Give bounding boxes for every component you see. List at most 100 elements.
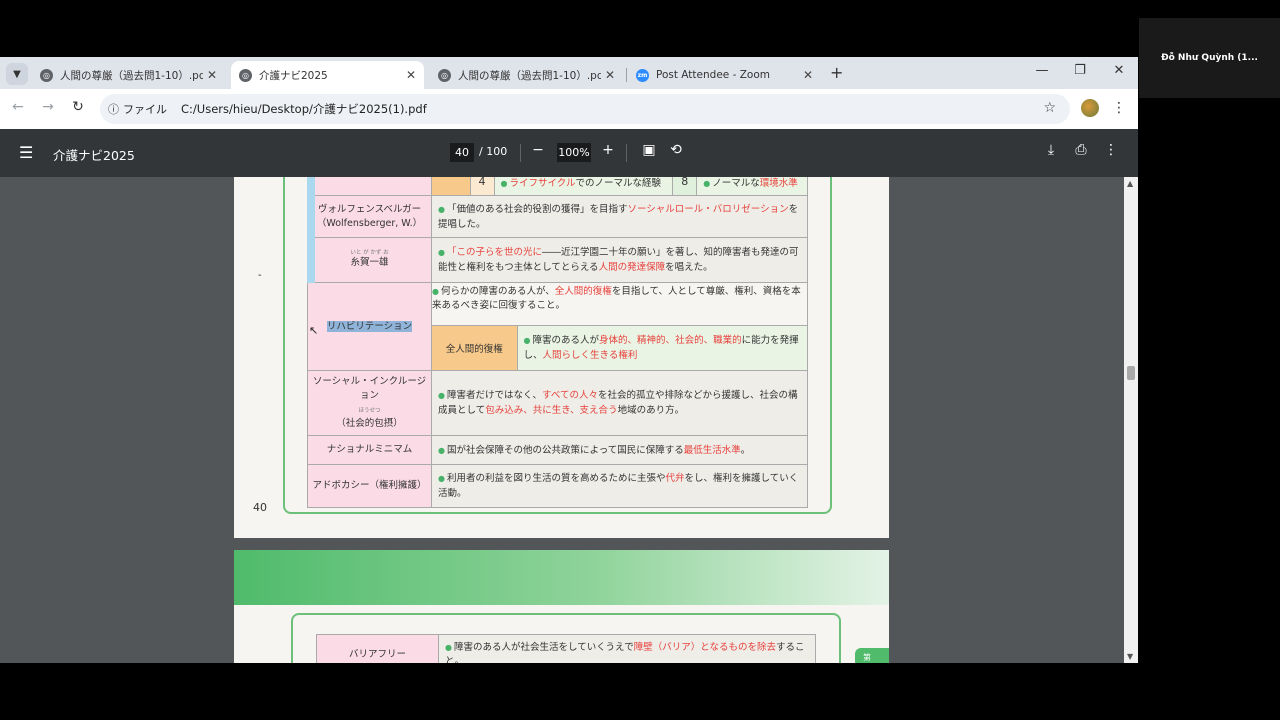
pdf-page-40: - 4 ● ライフサイクルでのノーマルな経験 8 ● ノーマルな環境水準 ヴォル…	[234, 177, 889, 538]
download-icon[interactable]: ⤓	[1041, 142, 1061, 158]
tab-search-button[interactable]: ▼	[6, 63, 28, 85]
print-icon[interactable]: ⎙	[1071, 142, 1091, 158]
tab-pdf-1[interactable]: ◎ 人間の尊厳（過去問1-10）.pdf ✕	[32, 61, 225, 89]
tab-kaigo-navi[interactable]: ◎ 介護ナビ2025 ✕	[231, 61, 424, 89]
bullet-icon: ●	[703, 178, 711, 188]
red-text: 代弁	[665, 473, 685, 484]
zoom-participant-tile[interactable]: Đỗ Như Quỳnh (1...	[1139, 18, 1280, 98]
page-number-input[interactable]: 40	[450, 143, 474, 162]
close-icon[interactable]: ✕	[601, 68, 619, 82]
bullet-icon: ●	[438, 445, 445, 455]
address-bar[interactable]: ⓘ ファイル C:/Users/hieu/Desktop/介護ナビ2025(1)…	[100, 94, 1070, 124]
rotate-icon[interactable]: ⟲	[666, 142, 686, 158]
tab-label: Post Attendee - Zoom	[656, 69, 770, 81]
fit-page-icon[interactable]: ▣	[639, 142, 659, 158]
zoom-in-button[interactable]: +	[598, 142, 618, 158]
selected-term-text[interactable]: リハビリテーション	[326, 320, 413, 332]
close-icon[interactable]: ✕	[799, 68, 817, 82]
term-text: 糸賀一雄	[350, 257, 389, 268]
term-cell: アドボカシー（権利擁護）	[307, 464, 432, 508]
bullet-icon: ●	[500, 178, 508, 188]
forward-button[interactable]: →	[38, 99, 58, 115]
term-cell: バリアフリー	[316, 634, 439, 663]
red-text: 全人間的復権	[554, 286, 612, 297]
cell-text: 。	[740, 444, 751, 456]
hamburger-menu-icon[interactable]: ☰	[19, 143, 33, 162]
browser-menu-icon[interactable]: ⋮	[1112, 100, 1126, 116]
term-cell: リハビリテーション	[307, 282, 432, 371]
cell-text: でのノーマルな経験	[575, 177, 662, 189]
table-row: リハビリテーション ● 何らかの障害のある人が、全人間的復権を目指して、人として尊…	[307, 282, 808, 371]
red-text: 、	[703, 335, 714, 346]
tab-pdf-2[interactable]: ◎ 人間の尊厳（過去問1-10）.pdf ✕	[430, 61, 623, 89]
red-text: 精神的	[637, 335, 666, 346]
item-number: 8	[672, 177, 698, 195]
tab-zoom[interactable]: zm Post Attendee - Zoom ✕	[628, 61, 821, 89]
scroll-thumb[interactable]	[1127, 366, 1135, 380]
minimize-button[interactable]: —	[1032, 63, 1052, 78]
more-actions-icon[interactable]: ⋮	[1101, 142, 1121, 158]
red-text: 障壁（バリア）となるものを除去	[633, 642, 776, 653]
scroll-down-arrow-icon[interactable]: ▼	[1127, 652, 1133, 661]
table-row: バリアフリー ● 障害のある人が社会生活をしていくうえで障壁（バリア）となるものを…	[316, 634, 816, 663]
info-icon[interactable]: ⓘ	[108, 101, 119, 117]
red-text: 、	[665, 335, 676, 346]
desc-cell: ● 国が社会保障その他の公共政策によって国民に保障する最低生活水準。	[431, 435, 808, 465]
red-text: 最低生活水準	[683, 444, 741, 456]
back-button[interactable]: ←	[8, 99, 28, 115]
terms-table: バリアフリー ● 障害のある人が社会生活をしていくうえで障壁（バリア）となるものを…	[316, 634, 816, 663]
file-chip: ファイル	[123, 103, 167, 116]
tab-label: 介護ナビ2025	[259, 69, 328, 82]
term-text: ソーシャル・インクルージョン	[312, 376, 427, 401]
bullet-icon: ●	[523, 336, 531, 345]
ruby-text: ほうせつ	[358, 408, 381, 414]
profile-avatar[interactable]	[1081, 99, 1099, 117]
desc-cell: ● 何らかの障害のある人が、全人間的復権を目指して、人として尊厳、権利、資格を本来…	[432, 283, 807, 326]
red-text: 、	[627, 335, 638, 346]
page-total: / 100	[479, 145, 508, 158]
close-icon[interactable]: ✕	[402, 68, 420, 82]
table-row: ヴォルフェンスベルガー（Wolfensberger, W.） ● 「価値のある社会…	[307, 195, 808, 238]
table-cell: ● ノーマルな環境水準	[696, 177, 807, 195]
red-text: 環境水準	[759, 177, 798, 189]
cell-text: 利用者の利益を図り生活の質を高めるために主張や	[446, 473, 666, 484]
zoom-level-input[interactable]: 100%	[557, 143, 591, 162]
pdf-toolbar: ☰ 介護ナビ2025 40 / 100 − 100% + ▣ ⟲ ⤓ ⎙ ⋮	[0, 129, 1138, 177]
scrollbar[interactable]: ▲ ▼	[1124, 177, 1138, 663]
red-text: 人間の発達保障	[598, 262, 666, 273]
bullet-icon: ●	[445, 643, 452, 652]
term-cell: ナショナルミニマム	[307, 435, 432, 465]
scroll-up-arrow-icon[interactable]: ▲	[1127, 179, 1133, 188]
close-window-button[interactable]: ✕	[1109, 63, 1129, 78]
close-icon[interactable]: ✕	[203, 68, 221, 82]
bullet-icon: ●	[438, 474, 445, 483]
table-cell: ● ライフサイクルでのノーマルな経験	[494, 177, 673, 195]
cell-text: 国が社会保障その他の公共政策によって国民に保障する	[446, 444, 684, 456]
pdf-viewer: - 4 ● ライフサイクルでのノーマルな経験 8 ● ノーマルな環境水準 ヴォル…	[0, 177, 1138, 663]
desc-cell: ● 障害者だけではなく、すべての人々を社会的孤立や排除などから援護し、社会の構成員…	[431, 370, 808, 436]
table-row: ナショナルミニマム ● 国が社会保障その他の公共政策によって国民に保障する最低生活…	[307, 435, 808, 465]
bookmark-star-icon[interactable]: ☆	[1043, 100, 1056, 116]
reload-button[interactable]: ↻	[68, 99, 88, 115]
new-tab-button[interactable]: +	[830, 63, 843, 82]
red-text: 身体的	[599, 335, 628, 346]
table-cell	[432, 177, 471, 195]
restore-button[interactable]: ❐	[1070, 63, 1090, 78]
zoom-out-button[interactable]: −	[528, 142, 548, 158]
pdf-title: 介護ナビ2025	[53, 148, 135, 163]
red-text: すべての人々	[542, 390, 598, 401]
term-cell: いと が かず お 糸賀一雄	[307, 237, 432, 283]
red-text: 包み込み、共に生き、支え合う	[485, 405, 618, 416]
desc-cell: ● 障害のある人が社会生活をしていくうえで障壁（バリア）となるものを除去すること。	[438, 634, 816, 663]
cell-text: 障害者だけではなく、	[446, 390, 542, 401]
table-row: 4 ● ライフサイクルでのノーマルな経験 8 ● ノーマルな環境水準	[307, 177, 808, 196]
red-text: 職業的	[713, 335, 742, 346]
cell-text: 地域のあり方。	[617, 405, 685, 416]
tab-label: 人間の尊厳（過去問1-10）.pdf	[458, 69, 601, 82]
url-text: C:/Users/hieu/Desktop/介護ナビ2025(1).pdf	[181, 102, 427, 116]
screen: Đỗ Như Quỳnh (1... ▼ ◎ 人間の尊厳（過去問1-10）.pd…	[0, 0, 1280, 720]
browser-window: ▼ ◎ 人間の尊厳（過去問1-10）.pdf ✕ ◎ 介護ナビ2025 ✕ ◎ …	[0, 57, 1138, 663]
cell-text: 何らかの障害のある人が、	[440, 286, 555, 297]
cell-text: ノーマルな	[712, 177, 760, 189]
globe-icon: ◎	[40, 68, 53, 82]
